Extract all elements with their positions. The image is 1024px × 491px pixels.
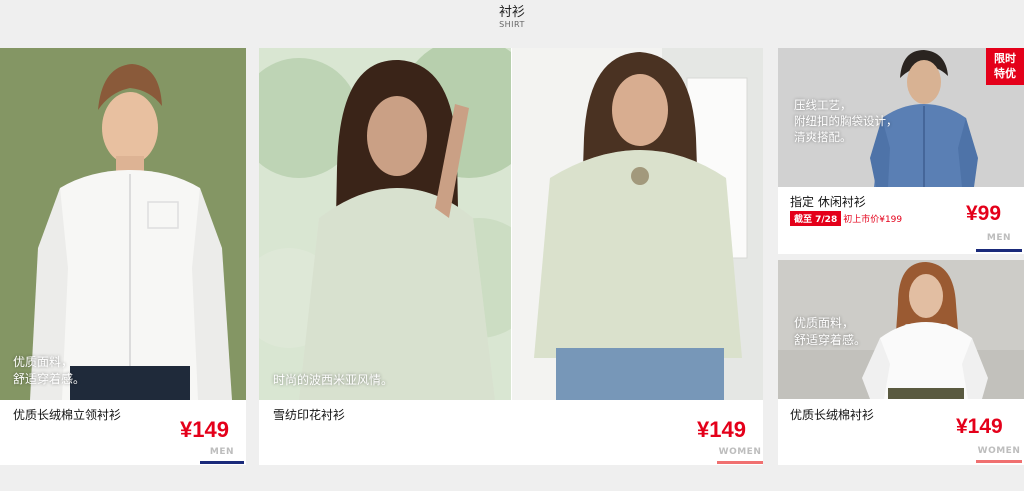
section-header: 衬衫 SHIRT — [0, 0, 1024, 46]
section-subtitle: SHIRT — [499, 20, 525, 29]
product-card-mens-casual-shirt[interactable]: 限时 特优 压线工艺， 附纽扣的胸袋设计， 清爽搭配。 指定 休闲衬衫 截至 7… — [778, 48, 1024, 254]
product-card-mens-standcollar-shirt[interactable]: 优质面料， 舒适穿着感。 优质长绒棉立领衬衫 ¥149 MEN — [0, 48, 246, 465]
badge-line: 限时 — [994, 52, 1016, 65]
badge-line: 特优 — [994, 67, 1016, 80]
product-name[interactable]: 指定 休闲衬衫 — [790, 193, 866, 210]
product-price: ¥99 — [966, 202, 1002, 225]
limited-offer-badge: 限时 特优 — [986, 48, 1024, 85]
product-tagline: 时尚的波西米亚风情。 — [273, 372, 393, 389]
product-photo-right[interactable] — [512, 48, 763, 400]
product-tagline: 压线工艺， 附纽扣的胸袋设计， 清爽搭配。 — [794, 97, 898, 145]
product-name[interactable]: 优质长绒棉衬衫 — [790, 406, 874, 423]
product-photo-graphic — [512, 48, 763, 400]
product-photo[interactable] — [0, 48, 246, 400]
tagline-line: 清爽搭配。 — [794, 130, 852, 144]
tagline-line: 舒适穿着感。 — [794, 333, 867, 347]
product-card-womens-cotton-shirt[interactable]: 优质面料， 舒适穿着感。 优质长绒棉衬衫 ¥149 WOMEN — [778, 260, 1024, 465]
gender-underline — [200, 461, 244, 464]
tagline-line: 舒适穿着感。 — [13, 372, 86, 386]
product-price: ¥149 — [697, 417, 746, 442]
gender-underline — [717, 461, 763, 464]
product-photo-graphic — [0, 48, 246, 400]
gender-underline — [976, 249, 1022, 252]
product-tagline: 优质面料， 舒适穿着感。 — [13, 354, 85, 388]
product-name[interactable]: 雪纺印花衬衫 — [273, 406, 345, 423]
gender-label: WOMEN — [718, 447, 762, 457]
gender-underline — [976, 460, 1022, 463]
product-photo-graphic — [259, 48, 511, 400]
promo-line: 截至 7/28 初上市价¥199 — [790, 211, 902, 226]
tagline-line: 压线工艺， — [794, 98, 852, 112]
section-title: 衬衫 — [498, 5, 525, 20]
gender-label: MEN — [209, 447, 235, 457]
product-price: ¥149 — [180, 417, 229, 442]
product-card-womens-chiffon-shirt[interactable]: 时尚的波西米亚风情。 雪纺印花衬衫 ¥149 WOMEN — [259, 48, 763, 465]
tagline-line: 优质面料， — [794, 316, 855, 330]
product-price: ¥149 — [956, 415, 1003, 438]
gender-label: WOMEN — [977, 446, 1021, 456]
tagline-line: 时尚的波西米亚风情。 — [273, 373, 394, 387]
original-price: 初上市价¥199 — [843, 215, 903, 225]
product-name[interactable]: 优质长绒棉立领衬衫 — [13, 406, 121, 423]
tagline-line: 附纽扣的胸袋设计， — [794, 114, 898, 128]
promo-deadline-tag: 截至 7/28 — [790, 211, 842, 226]
product-tagline: 优质面料， 舒适穿着感。 — [794, 315, 866, 349]
tagline-line: 优质面料， — [13, 355, 74, 369]
product-photo-left[interactable] — [259, 48, 511, 400]
gender-label: MEN — [986, 233, 1012, 243]
